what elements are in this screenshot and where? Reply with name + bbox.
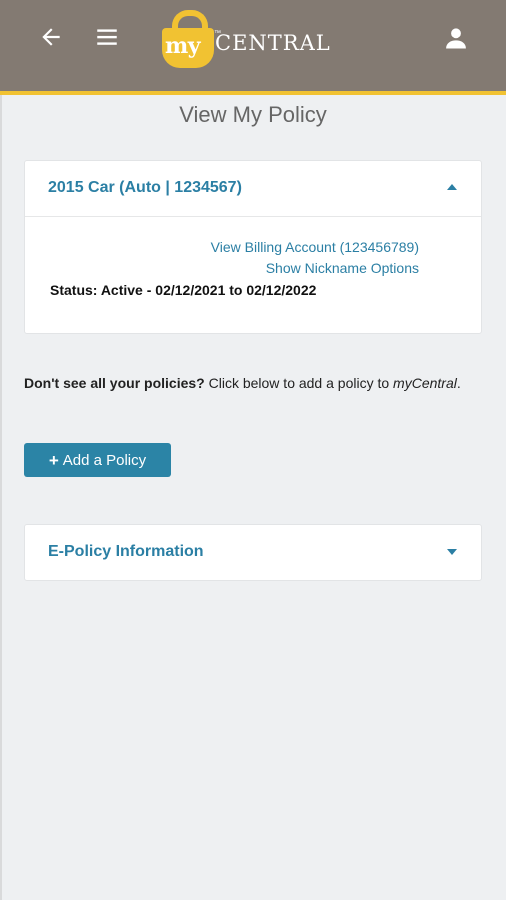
policy-card-header[interactable]: 2015 Car (Auto | 1234567) [25,161,481,217]
user-icon[interactable] [442,24,470,52]
policy-title[interactable]: 2015 Car (Auto | 1234567) [48,179,242,197]
epolicy-card[interactable]: E-Policy Information [24,524,482,581]
show-nickname-options-link[interactable]: Show Nickname Options [266,260,419,276]
plus-icon: + [48,450,59,470]
policy-status: Status: Active - 02/12/2021 to 02/12/202… [50,282,317,298]
info-text: Click below to add a policy to [204,375,394,391]
logo-my-text: my [165,33,201,59]
add-policy-label: Add a Policy [62,451,147,469]
add-policy-button[interactable]: + Add a Policy [24,443,171,477]
info-brand: myCentral [393,375,457,391]
app-header: my ™ CENTRAL [0,0,506,95]
hamburger-menu-icon[interactable] [94,24,120,50]
chevron-up-icon[interactable] [447,184,457,190]
page-title: View My Policy [179,102,327,127]
mycentral-logo[interactable]: my ™ CENTRAL [162,10,352,70]
logo-central-text: CENTRAL [215,31,331,55]
epolicy-title[interactable]: E-Policy Information [48,543,204,561]
add-policy-info: Don't see all your policies? Click below… [24,372,484,394]
info-end: . [456,375,461,391]
chevron-down-icon[interactable] [447,549,457,555]
policy-card: 2015 Car (Auto | 1234567) View Billing A… [24,160,482,334]
view-billing-account-link[interactable]: View Billing Account (123456789) [211,239,419,255]
back-arrow-icon[interactable] [38,24,64,50]
info-question: Don't see all your policies? [24,375,205,391]
